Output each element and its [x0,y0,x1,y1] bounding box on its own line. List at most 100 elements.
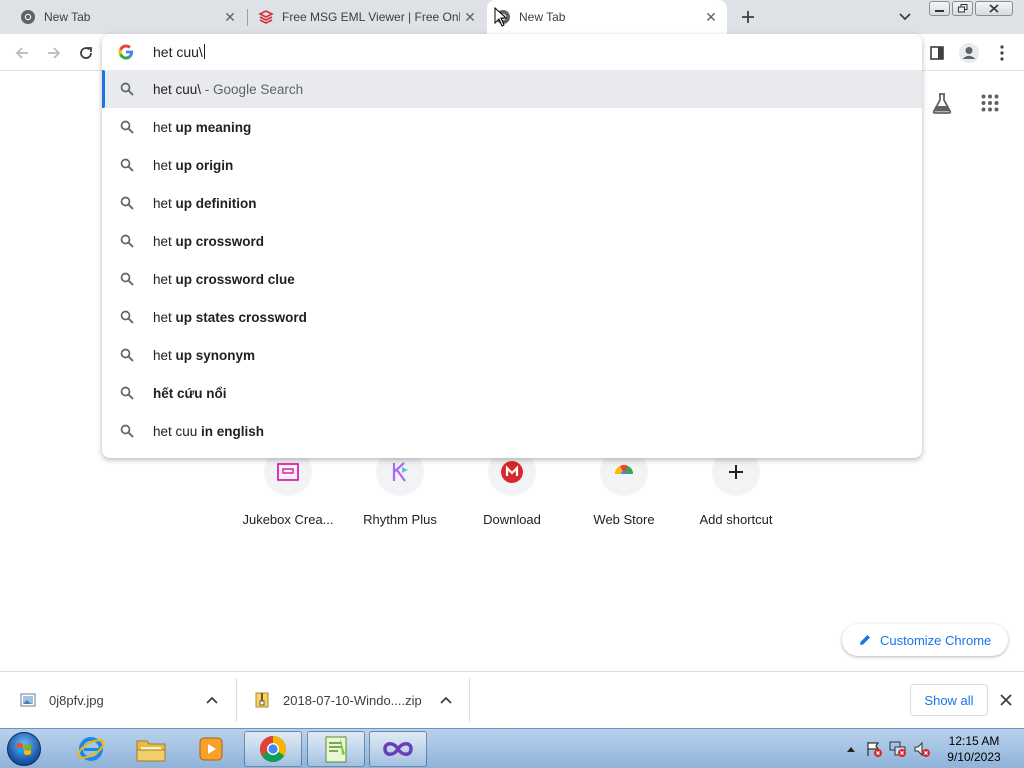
profile-button[interactable] [957,41,981,65]
minimize-icon [935,9,944,12]
internet-explorer-icon [77,737,105,761]
tab-title: New Tab [44,10,91,24]
shortcut-jukebox[interactable]: Jukebox Crea... [232,448,344,538]
reload-icon [80,47,92,59]
tab-new-tab-1[interactable]: New Tab ✕ [0,0,246,34]
chevron-down-icon [899,13,911,21]
new-tab-button[interactable] [736,5,760,29]
shortcut-label: Web Store [593,512,655,527]
network-icon[interactable] [889,740,907,758]
download-item[interactable]: 2018-07-10-Windo....zip [234,672,470,728]
tab-search-button[interactable] [895,7,915,27]
suggestion-suffix: - Google Search [201,81,304,97]
restore-button[interactable] [952,1,973,16]
taskbar-clock[interactable]: 12:15 AM 9/10/2023 [940,733,1008,765]
omnibox-input[interactable]: het cuu\ [102,34,922,70]
start-button[interactable] [3,730,45,768]
restore-icon [957,4,967,13]
shortcut-download[interactable]: Download [456,448,568,538]
window-close-button[interactable] [975,1,1013,16]
suggestion-bold: hết cứu nổi [153,385,227,401]
suggestion-item[interactable]: het up crossword clue [102,260,922,298]
chrome-menu-button[interactable] [990,41,1014,65]
suggestion-item[interactable]: het up origin [102,146,922,184]
suggestion-plain: het [153,347,176,363]
google-apps-button[interactable] [978,91,1002,115]
suggestion-bold: up crossword [175,233,265,249]
back-button[interactable] [11,42,33,64]
show-all-button[interactable]: Show all [910,684,988,716]
suggestion-plain: het [153,195,176,211]
folder-icon [136,740,166,762]
plus-icon [742,11,754,23]
suggestion-item[interactable]: het up meaning [102,108,922,146]
shortcut-label: Jukebox Crea... [242,512,334,527]
download-item[interactable]: 0j8pfv.jpg [0,672,236,728]
shortcut-rhythm-plus[interactable]: Rhythm Plus [344,448,456,538]
taskbar-notepadpp[interactable] [307,731,365,767]
window-controls [927,1,1013,17]
chrome-icon [20,9,36,25]
search-icon [120,310,134,324]
forward-button[interactable] [43,42,65,64]
add-shortcut-button[interactable]: Add shortcut [680,448,792,538]
suggestion-item[interactable]: het up states crossword [102,298,922,336]
side-panel-button[interactable] [925,41,949,65]
notepad-plus-plus-icon [325,736,347,763]
close-icon [1000,694,1012,706]
clock-time: 12:15 AM [948,734,1000,748]
taskbar-media-player[interactable] [182,731,240,767]
shortcut-web-store[interactable]: Web Store [568,448,680,538]
search-icon [120,272,134,286]
taskbar: 12:15 AM 9/10/2023 [0,728,1024,768]
chevron-up-icon[interactable] [846,745,856,753]
tab-close-icon[interactable]: ✕ [220,7,240,27]
suggestion-bold: in english [201,423,265,439]
action-center-flag-icon[interactable] [865,740,883,758]
suggestion-item[interactable]: het cuu\ - Google Search [102,70,922,108]
taskbar-visual-studio[interactable] [369,731,427,767]
suggestion-bold: up states crossword [175,309,307,325]
taskbar-chrome[interactable] [244,731,302,767]
side-panel-icon [930,46,944,60]
suggestion-item[interactable]: hết cứu nổi [102,374,922,412]
infinity-app-icon [383,742,413,756]
tab-msg-eml-viewer[interactable]: Free MSG EML Viewer | Free Onli ✕ [248,0,486,34]
reload-button[interactable] [75,42,97,64]
suggestion-item[interactable]: het cuu in english [102,412,922,450]
taskbar-file-explorer[interactable] [122,731,180,767]
search-icon [120,120,134,134]
chevron-up-icon[interactable] [205,693,219,707]
suggestion-plain: het [153,233,176,249]
download-shelf: 0j8pfv.jpg 2018-07-10-Windo....zip Show … [0,671,1024,728]
tab-new-tab-active[interactable]: New Tab ✕ [487,0,727,34]
search-icon [120,82,134,96]
omnibox-dropdown: het cuu\ het cuu\ - Google Search het up… [102,34,922,458]
chrome-icon [259,735,287,763]
tab-strip: New Tab ✕ Free MSG EML Viewer | Free Onl… [0,0,1024,34]
suggestion-plain: het [153,309,176,325]
suggestion-item[interactable]: het up synonym [102,336,922,374]
suggestion-item[interactable]: het up definition [102,184,922,222]
google-g-icon [118,44,134,60]
avatar-icon [959,43,979,63]
suggestion-item[interactable]: het up crossword [102,222,922,260]
customize-chrome-button[interactable]: Customize Chrome [842,624,1008,656]
tab-close-icon[interactable]: ✕ [460,7,480,27]
omnibox-text[interactable]: het cuu\ [153,44,205,60]
chevron-up-icon[interactable] [439,693,453,707]
taskbar-internet-explorer[interactable] [62,731,120,767]
shortcut-label: Rhythm Plus [363,512,437,527]
close-shelf-button[interactable] [996,690,1016,710]
arrow-right-icon [48,47,61,59]
minimize-button[interactable] [929,1,950,16]
tab-close-icon[interactable]: ✕ [701,7,721,27]
suggestion-plain: het cuu [153,423,202,439]
close-icon [989,4,999,13]
shortcut-label: Add shortcut [699,512,773,527]
volume-muted-icon[interactable] [913,740,931,758]
zip-file-icon [255,692,269,708]
labs-button[interactable] [930,91,954,115]
flask-icon [932,93,952,114]
download-filename: 2018-07-10-Windo....zip [283,692,422,708]
